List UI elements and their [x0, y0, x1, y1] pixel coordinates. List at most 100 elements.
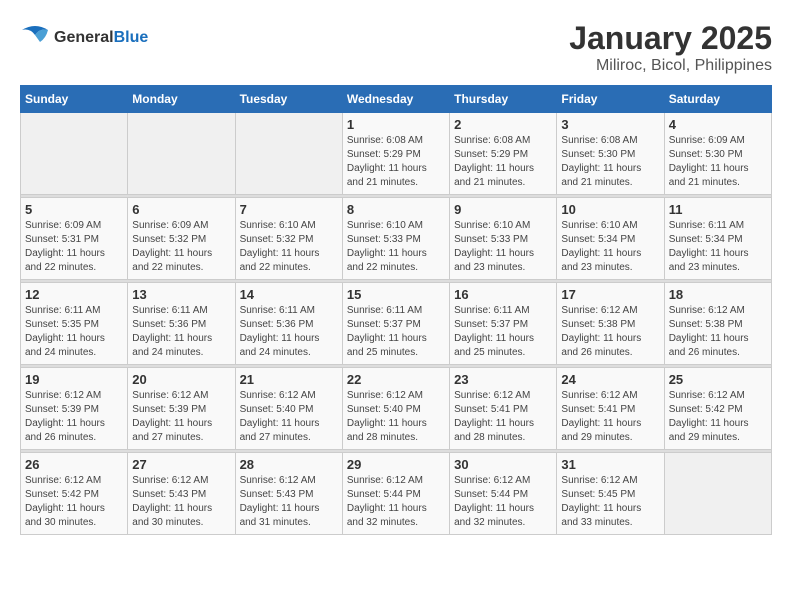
table-row: 6Sunrise: 6:09 AMSunset: 5:32 PMDaylight…: [128, 198, 235, 280]
day-number: 20: [132, 372, 230, 387]
day-number: 1: [347, 117, 445, 132]
day-info: Sunrise: 6:09 AMSunset: 5:30 PMDaylight:…: [669, 134, 767, 190]
header-wednesday: Wednesday: [342, 86, 449, 113]
day-info: Sunrise: 6:09 AMSunset: 5:32 PMDaylight:…: [132, 219, 230, 275]
table-row: 31 Sunrise: 6:12 AMSunset: 5:45 PMDayligh…: [557, 453, 664, 535]
calendar-week-row: 19 Sunrise: 6:12 AMSunset: 5:39 PMDayligh…: [21, 368, 772, 450]
day-number: 8: [347, 202, 445, 217]
day-number: 7: [240, 202, 338, 217]
day-info: Sunrise: 6:12 AMSunset: 5:45 PMDaylight:…: [561, 474, 659, 530]
day-info: Sunrise: 6:10 AMSunset: 5:34 PMDaylight:…: [561, 219, 659, 275]
table-row: [21, 113, 128, 195]
calendar-week-row: 5Sunrise: 6:09 AMSunset: 5:31 PMDaylight…: [21, 198, 772, 280]
table-row: 1 Sunrise: 6:08 AMSunset: 5:29 PMDaylight…: [342, 113, 449, 195]
table-row: 7 Sunrise: 6:10 AMSunset: 5:32 PMDaylight…: [235, 198, 342, 280]
day-number: 22: [347, 372, 445, 387]
table-row: 8Sunrise: 6:10 AMSunset: 5:33 PMDaylight…: [342, 198, 449, 280]
day-info: Sunrise: 6:12 AMSunset: 5:41 PMDaylight:…: [561, 389, 659, 445]
day-info: Sunrise: 6:11 AMSunset: 5:36 PMDaylight:…: [240, 304, 338, 360]
day-number: 2: [454, 117, 552, 132]
day-info: Sunrise: 6:10 AMSunset: 5:32 PMDaylight:…: [240, 219, 338, 275]
day-number: 17: [561, 287, 659, 302]
day-info: Sunrise: 6:12 AMSunset: 5:42 PMDaylight:…: [669, 389, 767, 445]
day-number: 21: [240, 372, 338, 387]
day-number: 15: [347, 287, 445, 302]
table-row: [128, 113, 235, 195]
day-info: Sunrise: 6:10 AMSunset: 5:33 PMDaylight:…: [454, 219, 552, 275]
table-row: 2 Sunrise: 6:08 AMSunset: 5:29 PMDaylight…: [450, 113, 557, 195]
day-number: 10: [561, 202, 659, 217]
day-info: Sunrise: 6:11 AMSunset: 5:36 PMDaylight:…: [132, 304, 230, 360]
day-number: 9: [454, 202, 552, 217]
table-row: 30 Sunrise: 6:12 AMSunset: 5:44 PMDayligh…: [450, 453, 557, 535]
day-info: Sunrise: 6:08 AMSunset: 5:29 PMDaylight:…: [454, 134, 552, 190]
day-number: 11: [669, 202, 767, 217]
table-row: 21 Sunrise: 6:12 AMSunset: 5:40 PMDayligh…: [235, 368, 342, 450]
day-number: 24: [561, 372, 659, 387]
table-row: 3Sunrise: 6:08 AMSunset: 5:30 PMDaylight…: [557, 113, 664, 195]
calendar-header-row: Sunday Monday Tuesday Wednesday Thursday…: [21, 86, 772, 113]
day-info: Sunrise: 6:11 AMSunset: 5:34 PMDaylight:…: [669, 219, 767, 275]
day-number: 23: [454, 372, 552, 387]
day-number: 27: [132, 457, 230, 472]
header-tuesday: Tuesday: [235, 86, 342, 113]
day-info: Sunrise: 6:12 AMSunset: 5:39 PMDaylight:…: [25, 389, 123, 445]
logo-icon: [20, 20, 50, 55]
day-number: 12: [25, 287, 123, 302]
table-row: 20Sunrise: 6:12 AMSunset: 5:39 PMDayligh…: [128, 368, 235, 450]
table-row: 27Sunrise: 6:12 AMSunset: 5:43 PMDayligh…: [128, 453, 235, 535]
table-row: 23Sunrise: 6:12 AMSunset: 5:41 PMDayligh…: [450, 368, 557, 450]
logo-blue: Blue: [114, 29, 149, 46]
day-number: 19: [25, 372, 123, 387]
header-sunday: Sunday: [21, 86, 128, 113]
header-thursday: Thursday: [450, 86, 557, 113]
day-info: Sunrise: 6:12 AMSunset: 5:38 PMDaylight:…: [561, 304, 659, 360]
header-saturday: Saturday: [664, 86, 771, 113]
day-number: 18: [669, 287, 767, 302]
day-info: Sunrise: 6:12 AMSunset: 5:40 PMDaylight:…: [347, 389, 445, 445]
title-section: January 2025 Miliroc, Bicol, Philippines: [569, 20, 772, 75]
table-row: 16Sunrise: 6:11 AMSunset: 5:37 PMDayligh…: [450, 283, 557, 365]
table-row: 17 Sunrise: 6:12 AMSunset: 5:38 PMDayligh…: [557, 283, 664, 365]
header-monday: Monday: [128, 86, 235, 113]
day-number: 13: [132, 287, 230, 302]
calendar-table: Sunday Monday Tuesday Wednesday Thursday…: [20, 85, 772, 535]
table-row: 4Sunrise: 6:09 AMSunset: 5:30 PMDaylight…: [664, 113, 771, 195]
calendar-week-row: 12Sunrise: 6:11 AMSunset: 5:35 PMDayligh…: [21, 283, 772, 365]
table-row: 18 Sunrise: 6:12 AMSunset: 5:38 PMDayligh…: [664, 283, 771, 365]
day-info: Sunrise: 6:12 AMSunset: 5:38 PMDaylight:…: [669, 304, 767, 360]
day-info: Sunrise: 6:12 AMSunset: 5:44 PMDaylight:…: [347, 474, 445, 530]
day-info: Sunrise: 6:08 AMSunset: 5:29 PMDaylight:…: [347, 134, 445, 190]
day-info: Sunrise: 6:11 AMSunset: 5:37 PMDaylight:…: [454, 304, 552, 360]
day-info: Sunrise: 6:12 AMSunset: 5:43 PMDaylight:…: [240, 474, 338, 530]
table-row: 9 Sunrise: 6:10 AMSunset: 5:33 PMDaylight…: [450, 198, 557, 280]
day-number: 28: [240, 457, 338, 472]
day-info: Sunrise: 6:12 AMSunset: 5:42 PMDaylight:…: [25, 474, 123, 530]
day-number: 30: [454, 457, 552, 472]
day-info: Sunrise: 6:12 AMSunset: 5:44 PMDaylight:…: [454, 474, 552, 530]
calendar-week-row: 1 Sunrise: 6:08 AMSunset: 5:29 PMDaylight…: [21, 113, 772, 195]
page-title: January 2025: [569, 20, 772, 57]
page-subtitle: Miliroc, Bicol, Philippines: [569, 57, 772, 75]
table-row: 10 Sunrise: 6:10 AMSunset: 5:34 PMDayligh…: [557, 198, 664, 280]
day-number: 25: [669, 372, 767, 387]
calendar-week-row: 26Sunrise: 6:12 AMSunset: 5:42 PMDayligh…: [21, 453, 772, 535]
header: GeneralBlue January 2025 Miliroc, Bicol,…: [20, 20, 772, 75]
table-row: [235, 113, 342, 195]
header-friday: Friday: [557, 86, 664, 113]
table-row: 13 Sunrise: 6:11 AMSunset: 5:36 PMDayligh…: [128, 283, 235, 365]
logo: GeneralBlue: [20, 20, 148, 55]
table-row: 28 Sunrise: 6:12 AMSunset: 5:43 PMDayligh…: [235, 453, 342, 535]
table-row: 14 Sunrise: 6:11 AMSunset: 5:36 PMDayligh…: [235, 283, 342, 365]
day-number: 31: [561, 457, 659, 472]
table-row: 22 Sunrise: 6:12 AMSunset: 5:40 PMDayligh…: [342, 368, 449, 450]
day-info: Sunrise: 6:12 AMSunset: 5:40 PMDaylight:…: [240, 389, 338, 445]
logo-general: General: [54, 29, 114, 46]
table-row: 15Sunrise: 6:11 AMSunset: 5:37 PMDayligh…: [342, 283, 449, 365]
day-number: 29: [347, 457, 445, 472]
table-row: 29 Sunrise: 6:12 AMSunset: 5:44 PMDayligh…: [342, 453, 449, 535]
day-number: 14: [240, 287, 338, 302]
table-row: 5Sunrise: 6:09 AMSunset: 5:31 PMDaylight…: [21, 198, 128, 280]
day-info: Sunrise: 6:08 AMSunset: 5:30 PMDaylight:…: [561, 134, 659, 190]
logo-text: GeneralBlue: [54, 29, 148, 47]
